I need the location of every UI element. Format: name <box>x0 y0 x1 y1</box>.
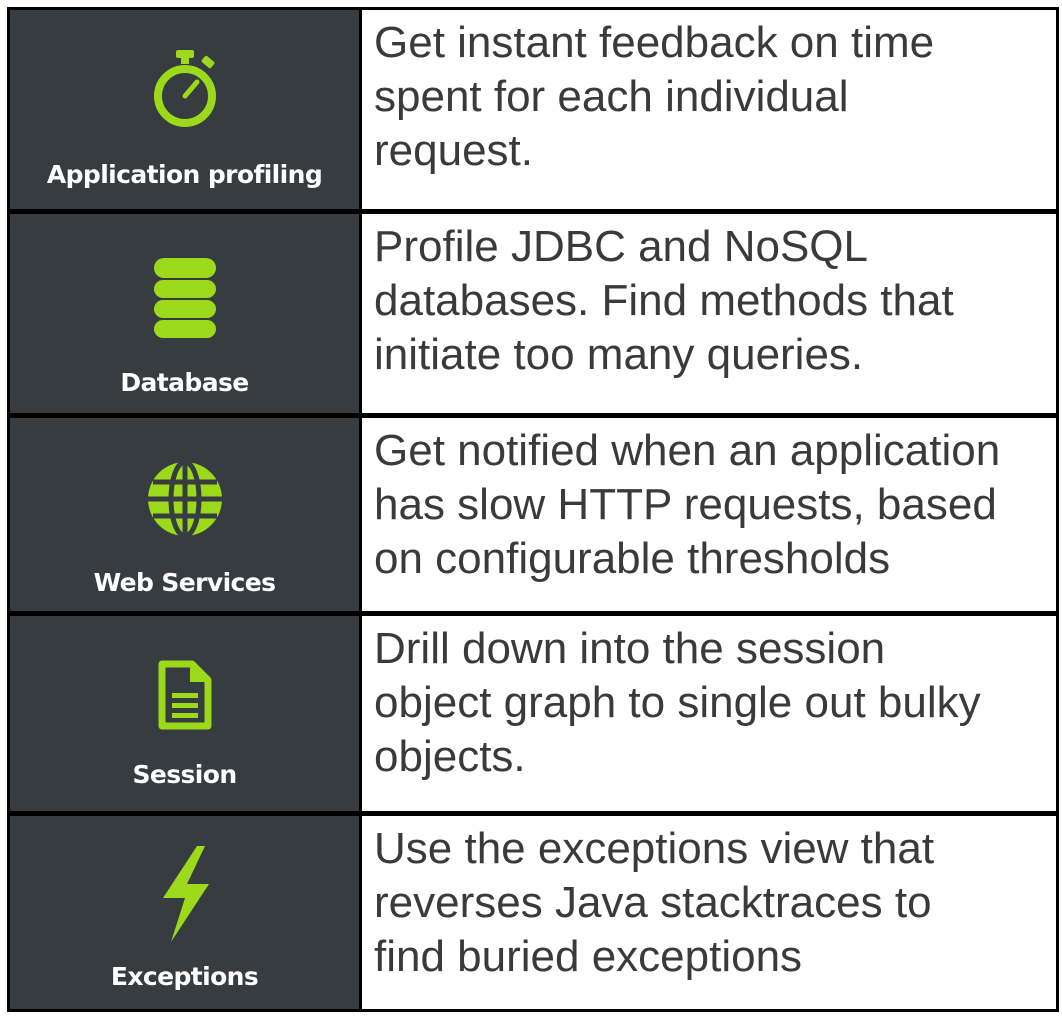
feature-row-database: Database Profile JDBC and NoSQL database… <box>10 214 1056 413</box>
database-icon <box>10 256 359 340</box>
feature-description: Get instant feedback on time spent for e… <box>362 10 1056 209</box>
feature-row-session: Session Drill down into the session obje… <box>10 616 1056 811</box>
lightning-bolt-icon <box>10 846 359 942</box>
feature-description: Get notified when an application has slo… <box>362 418 1056 611</box>
feature-icon-cell: Session <box>10 616 362 811</box>
feature-icon-cell: Web Services <box>10 418 362 611</box>
feature-description: Profile JDBC and NoSQL databases. Find m… <box>362 214 1056 413</box>
feature-label: Session <box>132 760 237 789</box>
feature-row-web-services: Web Services Get notified when an applic… <box>10 418 1056 611</box>
feature-row-application-profiling: Application profiling Get instant feedba… <box>10 10 1056 209</box>
feature-label: Web Services <box>93 568 276 597</box>
feature-table: Application profiling Get instant feedba… <box>7 7 1059 1012</box>
feature-row-exceptions: Exceptions Use the exceptions view that … <box>10 816 1056 1009</box>
feature-label: Database <box>120 368 249 397</box>
feature-label: Application profiling <box>46 160 323 189</box>
feature-icon-cell: Exceptions <box>10 816 362 1009</box>
document-icon <box>10 660 359 730</box>
stopwatch-icon <box>10 48 359 130</box>
feature-icon-cell: Application profiling <box>10 10 362 209</box>
feature-icon-cell: Database <box>10 214 362 413</box>
globe-icon <box>10 458 359 540</box>
feature-description: Use the exceptions view that reverses Ja… <box>362 816 1056 1009</box>
feature-label: Exceptions <box>110 962 259 991</box>
feature-description: Drill down into the session object graph… <box>362 616 1056 811</box>
